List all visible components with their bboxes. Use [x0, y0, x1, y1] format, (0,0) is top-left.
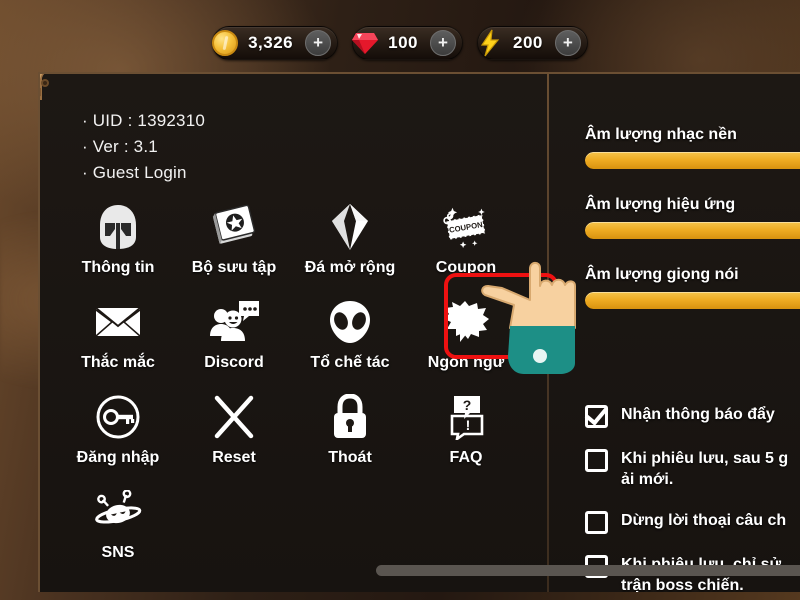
- alien-head-icon: [322, 297, 378, 347]
- menu-item-faq[interactable]: ? ! FAQ: [408, 388, 524, 483]
- slider-group-voice: Âm lượng giọng nói: [585, 266, 800, 309]
- uid-line: · UID : 1392310: [82, 111, 206, 130]
- book-icon: [206, 202, 262, 252]
- slider-label: Âm lượng nhạc nền: [585, 126, 737, 143]
- login-line: · Guest Login: [82, 163, 187, 182]
- menu-item-thac-mac[interactable]: Thắc mắc: [60, 293, 176, 388]
- menu-item-discord[interactable]: Discord: [176, 293, 292, 388]
- menu-label: FAQ: [449, 449, 483, 466]
- voice-volume-slider[interactable]: [585, 292, 800, 309]
- auto-stage-checkbox[interactable]: [585, 449, 608, 472]
- lock-icon: [322, 392, 378, 442]
- menu-item-dang-nhap[interactable]: Đăng nhập: [60, 388, 176, 483]
- add-gold-button[interactable]: +: [305, 30, 332, 56]
- speech-burst-icon: [438, 297, 494, 347]
- slider-label: Âm lượng giọng nói: [585, 266, 739, 283]
- add-energy-button[interactable]: +: [554, 30, 581, 56]
- menu-item-sns[interactable]: SNS: [60, 483, 176, 578]
- account-info-block: · UID : 1392310 · Ver : 3.1 · Guest Logi…: [82, 108, 205, 186]
- slider-fill: [585, 292, 800, 309]
- menu-icon-grid: Thông tin Bộ sưu tập Đá mở rộng COUPON C…: [60, 198, 560, 578]
- gem-amount: 100: [388, 33, 419, 52]
- svg-text:?: ?: [463, 397, 472, 413]
- menu-label: Ngôn ngữ: [427, 354, 505, 371]
- scrollbar-thumb[interactable]: [376, 565, 800, 576]
- energy-currency-pill[interactable]: 200 +: [477, 26, 588, 60]
- energy-bolt-icon: [475, 28, 505, 58]
- gem-currency-pill[interactable]: 100 +: [350, 26, 464, 60]
- menu-label: Bộ sưu tập: [191, 259, 277, 276]
- checkbox-row-skip-dialogue[interactable]: Dừng lời thoại câu ch: [585, 510, 800, 534]
- corner-ornament-icon: [40, 74, 49, 100]
- currency-topbar: 3,326 + 100 + 200 +: [0, 20, 800, 66]
- envelope-icon: [90, 297, 146, 347]
- audio-settings-column: Âm lượng nhạc nền Âm lượng hiệu ứng Âm l…: [585, 126, 800, 336]
- energy-amount: 200: [513, 33, 543, 52]
- add-gem-button[interactable]: +: [430, 30, 457, 56]
- gem-icon: [322, 202, 378, 252]
- x-icon: [206, 392, 262, 442]
- push-notification-checkbox[interactable]: [585, 405, 608, 428]
- slider-label: Âm lượng hiệu ứng: [585, 196, 736, 213]
- people-chat-icon: [206, 297, 262, 347]
- gold-currency-pill[interactable]: 3,326 +: [210, 26, 339, 60]
- slider-group-bgm: Âm lượng nhạc nền: [585, 126, 800, 169]
- checkbox-label: Khi phiêu lưu, sau 5 g ải mới.: [621, 450, 789, 488]
- ufo-icon: [90, 487, 146, 537]
- menu-item-to-che-tac[interactable]: Tổ chế tác: [292, 293, 408, 388]
- faq-bubbles-icon: ? !: [438, 392, 494, 442]
- checkbox-label: Dừng lời thoại câu ch: [621, 512, 787, 529]
- menu-item-bo-suu-tap[interactable]: Bộ sưu tập: [176, 198, 292, 293]
- slider-fill: [585, 222, 800, 239]
- panel-divider: [547, 74, 549, 592]
- checkbox-label: Nhận thông báo đẩy: [621, 406, 775, 423]
- checkbox-row-auto-stage[interactable]: Khi phiêu lưu, sau 5 g ải mới.: [585, 448, 800, 490]
- menu-label: Đá mở rộng: [304, 259, 396, 276]
- slider-fill: [585, 152, 800, 169]
- menu-label: Coupon: [435, 259, 497, 276]
- menu-label: Thông tin: [81, 259, 155, 276]
- menu-label: SNS: [101, 544, 135, 561]
- slider-group-sfx: Âm lượng hiệu ứng: [585, 196, 800, 239]
- menu-item-thoat[interactable]: Thoát: [292, 388, 408, 483]
- menu-item-reset[interactable]: Reset: [176, 388, 292, 483]
- menu-item-da-mo-rong[interactable]: Đá mở rộng: [292, 198, 408, 293]
- key-icon: [90, 392, 146, 442]
- sfx-volume-slider[interactable]: [585, 222, 800, 239]
- checkbox-row-push-notification[interactable]: Nhận thông báo đẩy: [585, 404, 800, 428]
- bgm-volume-slider[interactable]: [585, 152, 800, 169]
- gold-amount: 3,326: [248, 33, 294, 52]
- menu-label: Discord: [204, 354, 264, 371]
- version-line: · Ver : 3.1: [82, 137, 158, 156]
- svg-text:!: !: [466, 417, 471, 433]
- menu-label: Đăng nhập: [76, 449, 160, 466]
- options-checkbox-list: Nhận thông báo đẩy Khi phiêu lưu, sau 5 …: [585, 404, 800, 592]
- menu-label: Reset: [212, 449, 256, 466]
- menu-item-thong-tin[interactable]: Thông tin: [60, 198, 176, 293]
- game-settings-screen: 3,326 + 100 + 200 + · UID: 1392310 · Ve…: [0, 0, 800, 600]
- menu-label: Thoát: [328, 449, 372, 466]
- menu-label: Thắc mắc: [81, 354, 155, 371]
- settings-panel: · UID : 1392310 · Ver : 3.1 · Guest Logi…: [38, 72, 800, 592]
- ruby-gem-icon: [350, 28, 380, 58]
- menu-item-coupon[interactable]: COUPON Coupon: [408, 198, 524, 293]
- coupon-icon: COUPON: [438, 202, 494, 252]
- helmet-icon: [90, 202, 146, 252]
- menu-label: Tổ chế tác: [310, 354, 390, 371]
- skip-dialogue-checkbox[interactable]: [585, 511, 608, 534]
- menu-item-ngon-ngu[interactable]: Ngôn ngữ: [408, 293, 524, 388]
- gold-coin-icon: [210, 28, 240, 58]
- horizontal-scrollbar[interactable]: [376, 565, 800, 576]
